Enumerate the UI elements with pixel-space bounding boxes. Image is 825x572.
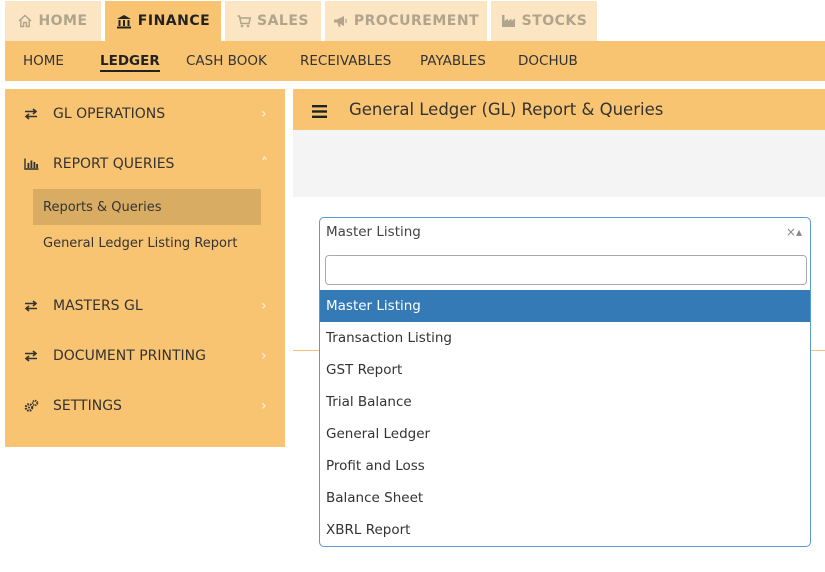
sidebar: GL OPERATIONS › REPORT QUERIES ˄ Reports… [5,89,285,447]
option-master-listing[interactable]: Master Listing [320,290,810,322]
chevron-up-icon: ˄ [261,156,268,172]
panel-toolbar-area [293,130,825,197]
option-label: Balance Sheet [326,490,424,506]
tab-home[interactable]: HOME [5,1,101,41]
gears-icon [22,399,40,413]
select-search-input[interactable] [325,255,807,285]
home-icon [18,14,32,28]
tab-stocks[interactable]: STOCKS [491,1,597,41]
tab-sales[interactable]: SALES [225,1,321,41]
subnav-payables[interactable]: PAYABLES [420,53,486,69]
clear-caret-icon[interactable]: ×▴ [786,225,802,239]
hamburger-icon[interactable] [312,103,327,122]
tab-label: FINANCE [137,13,211,29]
sidebar-subitem-gl-listing-report[interactable]: General Ledger Listing Report [33,225,261,261]
sidebar-item-label: REPORT QUERIES [53,156,175,172]
option-label: Profit and Loss [326,458,425,474]
page-title: General Ledger (GL) Report & Queries [349,100,664,119]
sidebar-item-masters-gl[interactable]: MASTERS GL › [5,286,285,326]
finance-subnav: HOME LEDGER CASH BOOK RECEIVABLES PAYABL… [5,41,825,81]
megaphone-icon [333,15,348,28]
sidebar-subitem-label: Reports & Queries [43,199,162,215]
option-label: General Ledger [326,426,431,442]
cart-icon [237,14,251,28]
subnav-dochub[interactable]: DOCHUB [518,53,578,69]
tab-label: SALES [257,13,309,29]
sidebar-subitem-reports-queries[interactable]: Reports & Queries [33,189,261,225]
subnav-home[interactable]: HOME [23,53,64,69]
option-xbrl-report[interactable]: XBRL Report [320,514,810,546]
sidebar-item-label: SETTINGS [53,398,122,414]
tab-label: HOME [38,13,88,29]
option-gst-report[interactable]: GST Report [320,354,810,386]
sidebar-item-document-printing[interactable]: DOCUMENT PRINTING › [5,336,285,376]
sidebar-item-label: GL OPERATIONS [53,106,166,122]
tab-label: PROCUREMENT [353,13,480,29]
option-profit-and-loss[interactable]: Profit and Loss [320,450,810,482]
tab-label: STOCKS [521,13,588,29]
sidebar-item-gl-operations[interactable]: GL OPERATIONS › [5,94,285,134]
subnav-receivables[interactable]: RECEIVABLES [300,53,391,69]
option-balance-sheet[interactable]: Balance Sheet [320,482,810,514]
report-type-select[interactable]: Master Listing ×▴ Master Listing Transac… [319,217,811,547]
exchange-icon [22,300,40,312]
chevron-right-icon: › [261,298,267,314]
sidebar-item-report-queries[interactable]: REPORT QUERIES ˄ [5,144,285,184]
tab-procurement[interactable]: PROCUREMENT [325,1,487,41]
sidebar-item-settings[interactable]: SETTINGS › [5,386,285,426]
option-trial-balance[interactable]: Trial Balance [320,386,810,418]
sidebar-item-label: DOCUMENT PRINTING [53,348,206,364]
option-label: XBRL Report [326,522,411,538]
bank-icon [116,14,132,29]
option-label: Master Listing [326,298,421,314]
chevron-right-icon: › [261,348,267,364]
option-label: Trial Balance [326,394,412,410]
select-current-value: Master Listing [326,224,421,240]
subnav-cash-book[interactable]: CASH BOOK [186,53,267,69]
option-transaction-listing[interactable]: Transaction Listing [320,322,810,354]
factory-icon [501,14,516,28]
option-label: Transaction Listing [326,330,452,346]
sidebar-subitem-label: General Ledger Listing Report [43,235,238,251]
subnav-ledger[interactable]: LEDGER [100,53,160,72]
exchange-icon [22,350,40,362]
tab-finance[interactable]: FINANCE [105,1,221,41]
option-general-ledger[interactable]: General Ledger [320,418,810,450]
option-label: GST Report [326,362,403,378]
module-tabs: HOME FINANCE SALES PROCUREMENT STOCKS [5,1,601,41]
chevron-right-icon: › [261,106,267,122]
panel-header: General Ledger (GL) Report & Queries [293,89,825,130]
exchange-icon [22,108,40,120]
bar-chart-icon [22,158,40,170]
sidebar-item-label: MASTERS GL [53,298,143,314]
chevron-right-icon: › [261,398,267,414]
